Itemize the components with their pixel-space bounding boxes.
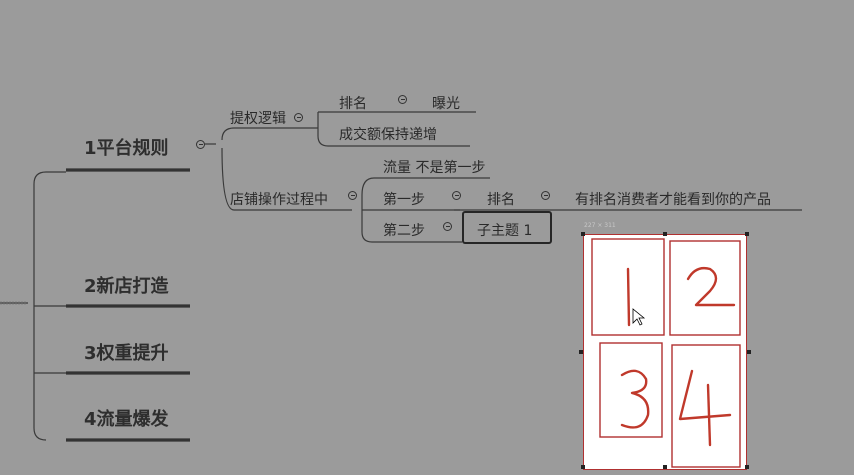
collapse-toggle-icon[interactable] <box>196 140 205 149</box>
topic-gmv-increasing[interactable]: 成交额保持递增 <box>339 124 437 144</box>
topic-ranking-logic[interactable]: 提权逻辑 <box>230 108 286 128</box>
handwritten-3-icon <box>620 369 650 429</box>
resize-handle[interactable] <box>663 465 667 469</box>
resize-handle[interactable] <box>663 232 667 236</box>
embedded-image[interactable] <box>583 234 747 470</box>
main-topic-weight-boost[interactable]: 3权重提升 <box>84 339 169 365</box>
topic-rank[interactable]: 排名 <box>339 93 367 113</box>
collapse-toggle-icon[interactable] <box>541 191 550 200</box>
main-topic-platform-rules[interactable]: 1平台规则 <box>84 134 169 160</box>
topic-step-two[interactable]: 第二步 <box>383 220 425 240</box>
collapse-toggle-icon[interactable] <box>443 222 452 231</box>
resize-handle[interactable] <box>745 465 749 469</box>
collapse-toggle-icon[interactable] <box>452 191 461 200</box>
topic-subtopic-1[interactable]: 子主题 1 <box>477 220 532 240</box>
resize-handle[interactable] <box>581 465 585 469</box>
collapse-toggle-icon[interactable] <box>294 113 303 122</box>
handwritten-quadrants <box>591 238 741 468</box>
topic-exposure[interactable]: 曝光 <box>432 93 460 113</box>
topic-ranking-visibility[interactable]: 有排名消费者才能看到你的产品 <box>575 189 771 209</box>
topic-store-operation[interactable]: 店铺操作过程中 <box>230 189 328 209</box>
topic-rank-2[interactable]: 排名 <box>487 189 515 209</box>
handwritten-2-icon <box>686 266 736 307</box>
handwritten-4-icon <box>678 369 732 421</box>
handwritten-1-icon <box>626 267 631 327</box>
topic-traffic-not-first[interactable]: 流量 不是第一步 <box>383 157 485 177</box>
main-topic-traffic-burst[interactable]: 4流量爆发 <box>84 405 169 431</box>
image-size-label: 227 × 311 <box>584 222 616 229</box>
collapse-toggle-icon[interactable] <box>398 95 407 104</box>
topic-step-one[interactable]: 第一步 <box>383 189 425 209</box>
resize-handle[interactable] <box>579 350 583 354</box>
mindmap-canvas[interactable]: 1平台规则 2新店打造 3权重提升 4流量爆发 提权逻辑 排名 曝光 成交额保持… <box>0 0 854 470</box>
main-topic-new-store[interactable]: 2新店打造 <box>84 272 169 298</box>
resize-handle[interactable] <box>745 232 749 236</box>
resize-handle[interactable] <box>747 350 751 354</box>
mouse-cursor-icon <box>632 308 646 326</box>
collapse-toggle-icon[interactable] <box>348 191 357 200</box>
resize-handle[interactable] <box>581 232 585 236</box>
